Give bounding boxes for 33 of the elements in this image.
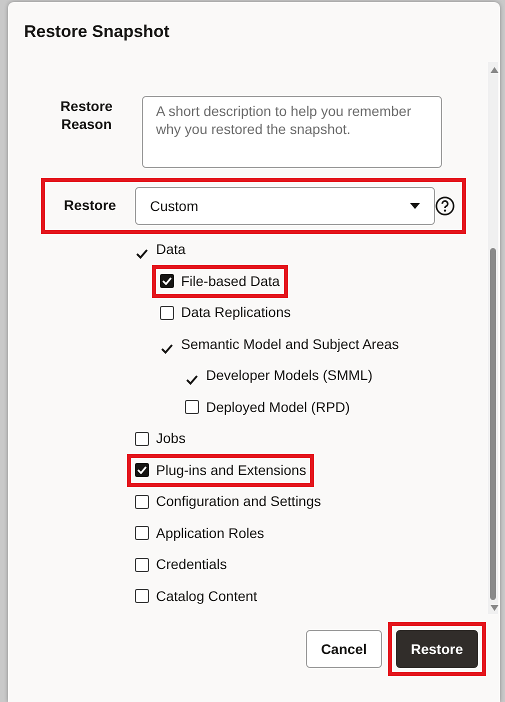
restore-select[interactable]: Custom (135, 187, 435, 225)
option-label: Jobs (156, 429, 186, 448)
field-label: Restore Reason (59, 97, 114, 133)
scrollbar[interactable] (488, 62, 498, 614)
restore-button[interactable]: Restore (396, 630, 478, 668)
option-label: Catalog Content (156, 586, 258, 606)
caret-icon (410, 203, 420, 209)
checkbox[interactable] (160, 274, 174, 288)
option-label: Data Replications (181, 303, 291, 322)
cancel-button[interactable]: Cancel (306, 630, 382, 668)
option-label: File-based Data (181, 272, 280, 291)
scroll-up-icon[interactable] (490, 66, 499, 74)
help-icon[interactable] (435, 196, 455, 216)
option-label: Configuration and Settings (156, 492, 321, 512)
dialog-title: Restore Snapshot (23, 21, 170, 43)
option-label: Developer Models (SMML) (206, 366, 372, 386)
option-label: Data (156, 240, 186, 260)
option-label: Credentials (156, 555, 227, 574)
restore-reason-field[interactable]: A short description to help you remember why you restored the snapshot. (142, 96, 442, 168)
option-label: Deployed Model (RPD) (206, 398, 350, 417)
scroll-down-icon[interactable] (490, 604, 499, 612)
checkbox[interactable] (135, 494, 149, 509)
option-label: Semantic Model and Subject Areas (181, 334, 399, 354)
checkbox[interactable] (135, 558, 149, 572)
checkbox[interactable] (160, 306, 174, 320)
field-label: Restore (62, 197, 118, 215)
checkbox[interactable] (135, 432, 149, 446)
checkbox[interactable] (135, 589, 149, 604)
checkbox[interactable] (135, 526, 149, 540)
option-label: Plug-ins and Extensions (156, 460, 306, 480)
option-label: Application Roles (156, 524, 264, 543)
checkbox[interactable] (135, 463, 149, 478)
checkbox[interactable] (185, 400, 199, 414)
